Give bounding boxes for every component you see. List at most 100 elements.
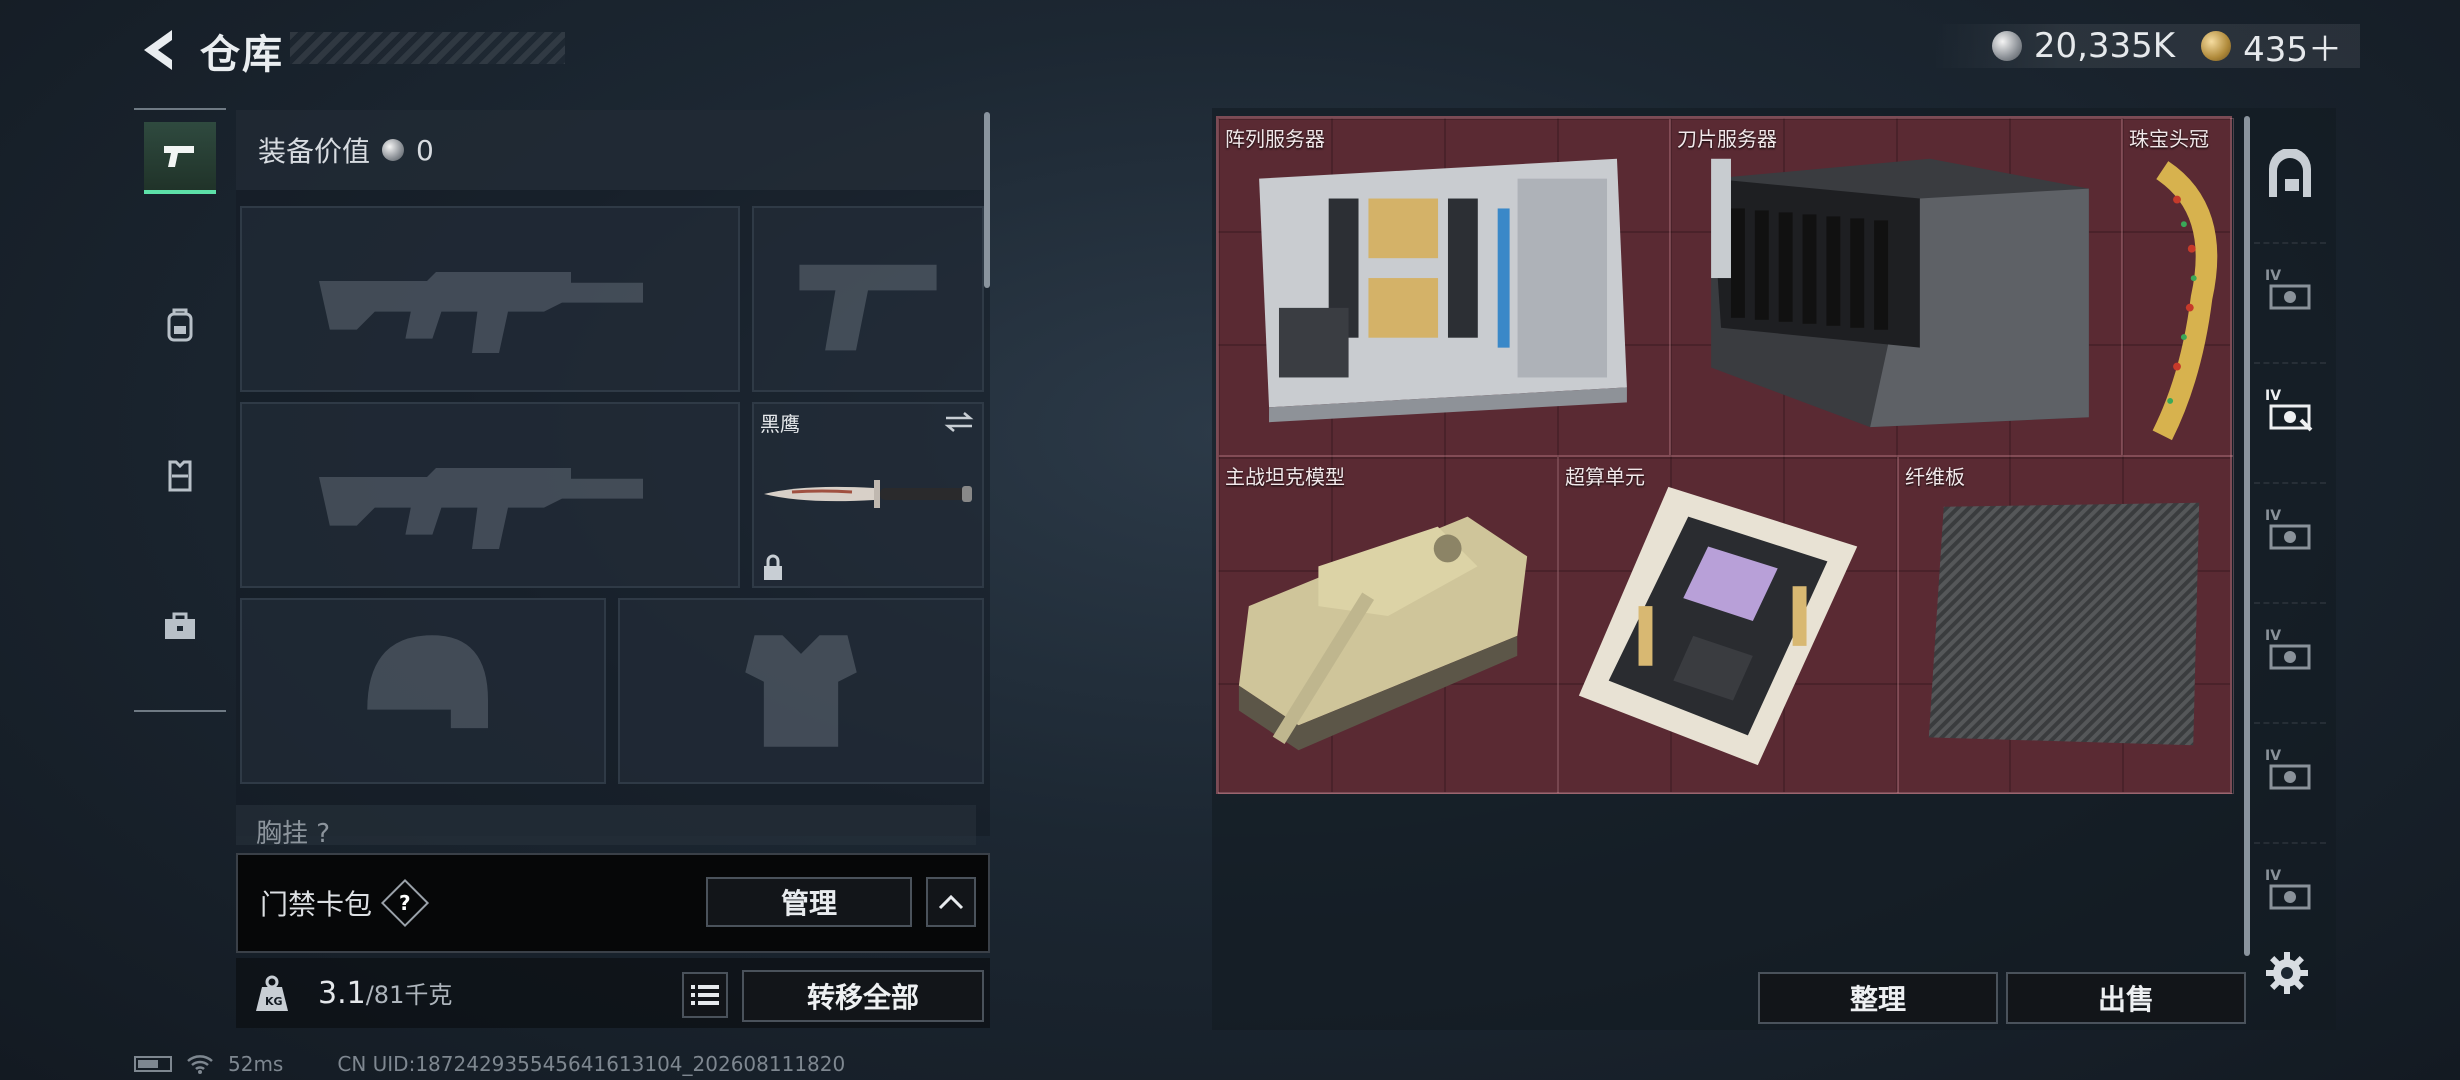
body-armor-slot[interactable] (618, 598, 984, 784)
weight-max: /81千克 (365, 981, 453, 1009)
primary-weapon-slot[interactable] (240, 206, 740, 392)
tank-icon (1238, 516, 1528, 751)
svg-text:IV: IV (2265, 388, 2281, 404)
swap-icon[interactable] (944, 410, 974, 434)
chest-rig-section-label: 胸挂 ? (236, 805, 976, 845)
uid-readout: CN UID:18724293554564161310​4_2026081118… (337, 1052, 846, 1076)
item-name: 珠宝头冠 (2129, 127, 2209, 151)
chest-rig-help: ? (316, 819, 331, 845)
rifle-silhouette-icon (242, 404, 738, 586)
tab-storage-box-3[interactable]: IV (2254, 482, 2326, 578)
chest-rig-label: 胸挂 (256, 819, 309, 845)
secondary-weapon-slot[interactable] (240, 402, 740, 588)
silver-amount: 20,335K (2033, 26, 2176, 66)
helmet-slot[interactable] (240, 598, 606, 784)
sort-button[interactable]: 整理 (1758, 972, 1998, 1024)
back-button[interactable] (132, 22, 188, 78)
tab-storage-box-5[interactable]: IV (2254, 722, 2326, 818)
server-icon (1259, 158, 1627, 423)
storage-grid: 阵列服务器 刀片服务器 珠宝头冠 主战坦克模型 超算单元 纤维板 (1216, 116, 2234, 794)
knife-icon (764, 480, 972, 508)
storage-tabs: IV IV IV IV IV IV (2254, 118, 2326, 938)
sell-button[interactable]: 出售 (2006, 972, 2246, 1024)
list-icon (691, 985, 719, 1005)
tab-toolbox[interactable] (144, 590, 216, 662)
wifi-icon (187, 1055, 213, 1074)
storage-box-icon: IV (2265, 508, 2311, 550)
expand-button[interactable] (926, 877, 976, 927)
helmet-silhouette-icon (242, 600, 604, 782)
help-icon-glyph: ? (399, 890, 411, 915)
tab-storage-main[interactable] (2254, 128, 2326, 224)
item-name: 阵列服务器 (1225, 127, 1325, 151)
tab-storage-box-4[interactable]: IV (2254, 602, 2326, 698)
silver-coin-icon (382, 139, 405, 161)
storage-scrollbar[interactable] (2244, 116, 2250, 956)
silver-coin-icon (1991, 31, 2022, 61)
tab-armor[interactable] (144, 440, 216, 512)
storage-box-icon: IV (2265, 748, 2311, 790)
storage-box-icon: IV (2265, 628, 2311, 670)
pistol-slot[interactable] (752, 206, 984, 392)
svg-text:IV: IV (2265, 268, 2281, 284)
svg-text:IV: IV (2265, 508, 2281, 524)
storage-item[interactable]: 刀片服务器 (1670, 118, 2122, 456)
tab-weapons[interactable] (144, 122, 216, 194)
equipment-value: 0 (416, 133, 434, 167)
item-name: 刀片服务器 (1677, 127, 1777, 151)
melee-slot[interactable]: 黑鹰 (752, 402, 984, 588)
svg-text:IV: IV (2265, 748, 2281, 764)
melee-item-name: 黑鹰 (760, 412, 800, 436)
storage-box-icon: IV (2265, 268, 2311, 310)
blade-server-icon (1711, 158, 2089, 428)
storage-item[interactable]: 珠宝头冠 (2122, 118, 2234, 456)
status-footer: 52ms CN UID:18724293554564161310​4_20260… (134, 1052, 845, 1076)
chevron-up-icon (938, 894, 964, 910)
svg-text:KG: KG (265, 995, 283, 1008)
tab-backpack[interactable] (144, 290, 216, 362)
title-decoration (290, 32, 565, 64)
tab-storage-box-2[interactable]: IV (2254, 362, 2326, 458)
storage-box-icon: IV (2265, 868, 2311, 910)
storage-item[interactable]: 主战坦克模型 (1218, 456, 1558, 794)
help-icon[interactable]: ? (380, 878, 430, 928)
equipment-panel: 装备价值 0 黑鹰 (236, 110, 990, 836)
access-card-label: 门禁卡包 (260, 888, 373, 921)
equipment-scrollbar[interactable] (984, 112, 990, 288)
weight-readout: 3.1/81千克 (318, 975, 452, 1011)
gear-icon (2266, 952, 2308, 994)
safe-icon (2269, 149, 2311, 197)
list-view-button[interactable] (682, 972, 728, 1018)
transfer-all-button[interactable]: 转移全部 (742, 970, 984, 1022)
equipment-category-tabs (134, 108, 226, 712)
access-card-bar: 门禁卡包 ? 管理 (236, 853, 990, 953)
toolbox-icon (165, 612, 195, 639)
svg-text:IV: IV (2265, 868, 2281, 884)
gold-coin-icon (2201, 31, 2232, 61)
rifle-silhouette-icon (242, 208, 738, 390)
settings-button[interactable] (2264, 950, 2310, 996)
storage-box-icon: IV (2265, 388, 2313, 432)
svg-text:IV: IV (2265, 628, 2281, 644)
item-name: 主战坦克模型 (1225, 465, 1345, 489)
tab-storage-box-1[interactable]: IV (2254, 242, 2326, 338)
back-arrow-icon (144, 30, 172, 70)
storage-item[interactable]: 纤维板 (1898, 456, 2234, 794)
item-name: 纤维板 (1905, 465, 1965, 489)
page-title: 仓库 (200, 32, 284, 78)
pistol-silhouette-icon (754, 208, 982, 390)
carbon-fiber-board-icon (1928, 502, 2200, 746)
pistol-icon (164, 146, 194, 167)
gold-amount[interactable]: 435＋ (2243, 22, 2342, 71)
weight-current: 3.1 (318, 976, 366, 1011)
weight-icon: KG (250, 971, 294, 1015)
currency-display: 20,335K 435＋ (1931, 22, 2360, 71)
ping-readout: 52ms (228, 1052, 284, 1076)
manage-button[interactable]: 管理 (706, 877, 912, 927)
battery-icon (134, 1056, 172, 1072)
vest-icon (168, 460, 192, 492)
tab-storage-box-6[interactable]: IV (2254, 842, 2326, 938)
backpack-icon (167, 308, 193, 342)
storage-item[interactable]: 阵列服务器 (1218, 118, 1670, 456)
storage-item[interactable]: 超算单元 (1558, 456, 1898, 794)
